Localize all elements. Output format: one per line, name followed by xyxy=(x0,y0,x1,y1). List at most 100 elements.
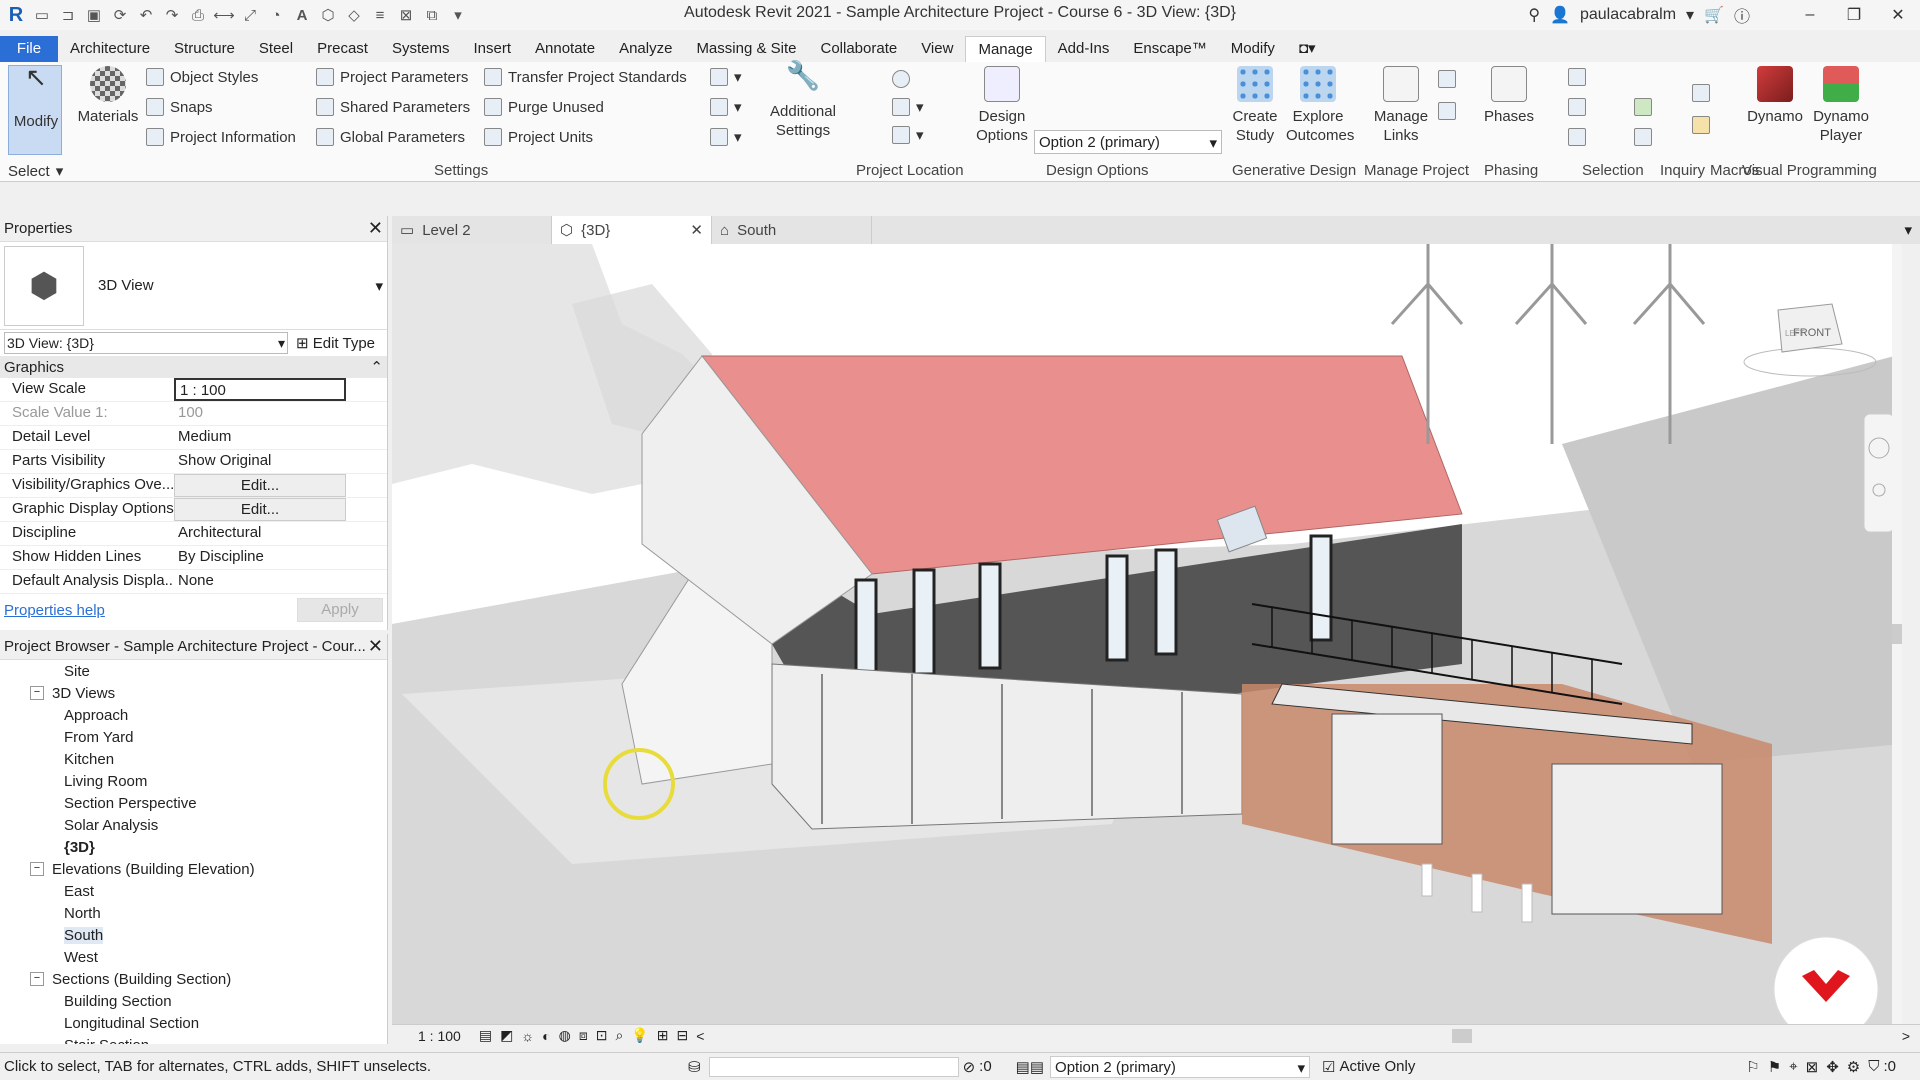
settings-item-project-units[interactable]: Project Units xyxy=(484,128,593,146)
axes-icon[interactable]: ▾ xyxy=(892,98,924,116)
open-icon[interactable]: ⊐ xyxy=(58,5,78,25)
tab-systems[interactable]: Systems xyxy=(380,36,462,62)
select-by-face-icon[interactable]: ⊠ xyxy=(1802,1058,1823,1076)
measure-icon[interactable]: ⟷ xyxy=(213,5,235,25)
tab-massing-site[interactable]: Massing & Site xyxy=(684,36,808,62)
property-value[interactable]: By Discipline xyxy=(174,546,346,569)
vertical-scrollbar[interactable] xyxy=(1892,624,1902,644)
worksets-icon[interactable]: ⛁ xyxy=(680,1058,709,1076)
filter-icon[interactable]: ⊘ xyxy=(959,1058,980,1076)
tree-item[interactable]: From Yard xyxy=(4,726,387,748)
worksharing-icon[interactable]: ⊞ xyxy=(653,1027,673,1044)
chevron-down-icon[interactable]: ▾ xyxy=(1686,5,1694,25)
property-value[interactable]: Architectural xyxy=(174,522,346,545)
horizontal-scrollbar[interactable] xyxy=(1451,1028,1472,1043)
sun-path-icon[interactable]: ☼ xyxy=(517,1028,538,1044)
tab-modify[interactable]: Modify xyxy=(1219,36,1287,62)
workset-select[interactable] xyxy=(708,1056,959,1077)
sync-icon[interactable]: ⟳ xyxy=(110,5,130,25)
materials-button[interactable]: Materials xyxy=(76,66,140,126)
minimize-icon[interactable]: – xyxy=(1788,0,1832,30)
import-icon[interactable] xyxy=(1438,70,1456,88)
property-row[interactable]: Detail Level Medium xyxy=(0,426,387,450)
collapse-toggle-icon[interactable]: − xyxy=(30,686,44,700)
type-selector[interactable]: ⬢ 3D View ▾ xyxy=(0,242,387,330)
close-icon[interactable]: ✕ xyxy=(1876,0,1920,30)
close-icon[interactable]: ✕ xyxy=(690,221,703,239)
settings-item-project-information[interactable]: Project Information xyxy=(146,128,296,146)
select-by-id-icon[interactable] xyxy=(1568,68,1586,86)
macro-manager-icon[interactable] xyxy=(1692,84,1710,102)
scroll-left-icon[interactable]: < xyxy=(692,1028,708,1044)
property-row[interactable]: Visibility/Graphics Ove... Edit... xyxy=(0,474,387,498)
settings-item-shared-parameters[interactable]: Shared Parameters xyxy=(316,98,470,116)
tab-steel[interactable]: Steel xyxy=(247,36,305,62)
manage-links-button[interactable]: Manage Links xyxy=(1372,66,1430,145)
additional-settings-button[interactable]: 🔧 Additional Settings xyxy=(760,62,846,140)
explore-outcomes-button[interactable]: Explore Outcomes xyxy=(1286,66,1354,145)
view-scale[interactable]: 1 : 100 xyxy=(392,1028,475,1044)
revit-logo-icon[interactable]: R xyxy=(6,4,26,26)
temporary-hide-icon[interactable]: ⌕ xyxy=(611,1027,627,1044)
collapse-toggle-icon[interactable]: − xyxy=(30,972,44,986)
unlock-view-icon[interactable]: ⊡ xyxy=(592,1027,612,1044)
undo-icon[interactable]: ↶ xyxy=(136,5,156,25)
property-row[interactable]: Parts Visibility Show Original xyxy=(0,450,387,474)
tag-icon[interactable]: ◔ xyxy=(266,5,286,25)
property-row[interactable]: Default Analysis Displa... None xyxy=(0,570,387,594)
tab-architecture[interactable]: Architecture xyxy=(58,36,162,62)
tree-item[interactable]: Solar Analysis xyxy=(4,814,387,836)
navigation-bar[interactable] xyxy=(1863,413,1895,533)
view-tab-south[interactable]: ⌂ South xyxy=(712,216,872,244)
property-value[interactable]: Show Original xyxy=(174,450,346,473)
graphics-group[interactable]: Graphics ⌃ xyxy=(0,356,387,378)
tree-item[interactable]: Building Section xyxy=(4,990,387,1012)
print-icon[interactable]: ⎙ xyxy=(188,5,208,25)
tree-item[interactable]: Approach xyxy=(4,704,387,726)
phases-button[interactable]: Phases xyxy=(1482,66,1536,126)
crop-view-icon[interactable]: ⧈ xyxy=(575,1027,592,1044)
property-edit-button[interactable]: Edit... xyxy=(174,474,346,497)
property-row[interactable]: Scale Value 1: 100 xyxy=(0,402,387,426)
ribbon-minimize-icon[interactable]: ◘▾ xyxy=(1287,36,1328,62)
filter-funnel-icon[interactable]: ⛉ xyxy=(1864,1058,1883,1075)
property-row[interactable]: Show Hidden Lines By Discipline xyxy=(0,546,387,570)
3d-viewport[interactable]: FRONT LEFT xyxy=(392,244,1902,1026)
view-tab-menu-icon[interactable]: ▾ xyxy=(1896,221,1920,239)
tree-item[interactable]: West xyxy=(4,946,387,968)
close-icon[interactable]: ✕ xyxy=(368,636,383,657)
location-icon[interactable]: ▾ xyxy=(710,68,742,86)
binoculars-icon[interactable]: ⚲ xyxy=(1528,5,1540,25)
select-links-icon[interactable]: ⚐ xyxy=(1742,1058,1763,1076)
rotate-icon[interactable]: ▾ xyxy=(892,126,924,144)
dimension-icon[interactable]: ⤢ xyxy=(240,5,260,25)
tree-item[interactable]: {3D} xyxy=(4,836,387,858)
background-processes-icon[interactable]: ⚙ xyxy=(1843,1058,1864,1076)
active-only-checkbox[interactable]: ☑ xyxy=(1310,1058,1339,1076)
3d-view-icon[interactable]: ⬡ xyxy=(318,5,338,25)
section-icon[interactable]: ◇ xyxy=(344,5,364,25)
ids-of-selection-icon[interactable] xyxy=(1568,98,1586,116)
tree-item[interactable]: Site xyxy=(4,660,387,682)
render-icon[interactable]: ◍ xyxy=(555,1027,575,1044)
select-pinned-icon[interactable]: ⌖ xyxy=(1785,1058,1801,1075)
user-icon[interactable]: 👤 xyxy=(1550,5,1570,25)
inquiry-icon[interactable] xyxy=(1634,128,1652,146)
tab-analyze[interactable]: Analyze xyxy=(607,36,684,62)
settings-item-global-parameters[interactable]: Global Parameters xyxy=(316,128,465,146)
select-dropdown[interactable]: Select ▾ xyxy=(8,162,63,181)
property-value[interactable]: 1 : 100 xyxy=(174,378,346,401)
view-tab-3d[interactable]: ⬡ {3D} ✕ xyxy=(552,216,712,244)
close-hidden-icon[interactable]: ⊠ xyxy=(396,5,416,25)
shadows-icon[interactable]: ◐ xyxy=(538,1028,554,1044)
customize-qat-icon[interactable]: ▾ xyxy=(448,5,468,25)
tab-structure[interactable]: Structure xyxy=(162,36,247,62)
design-options-icon[interactable]: ▤▤ xyxy=(1010,1058,1050,1076)
analytical-model-icon[interactable]: ⊟ xyxy=(672,1027,692,1044)
tab-collaborate[interactable]: Collaborate xyxy=(808,36,909,62)
design-options-button[interactable]: Design Options xyxy=(974,66,1030,145)
help-icon[interactable]: ⓘ xyxy=(1734,3,1750,27)
user-name[interactable]: paulacabralm xyxy=(1580,6,1676,24)
tree-item[interactable]: Living Room xyxy=(4,770,387,792)
property-row[interactable]: Discipline Architectural xyxy=(0,522,387,546)
